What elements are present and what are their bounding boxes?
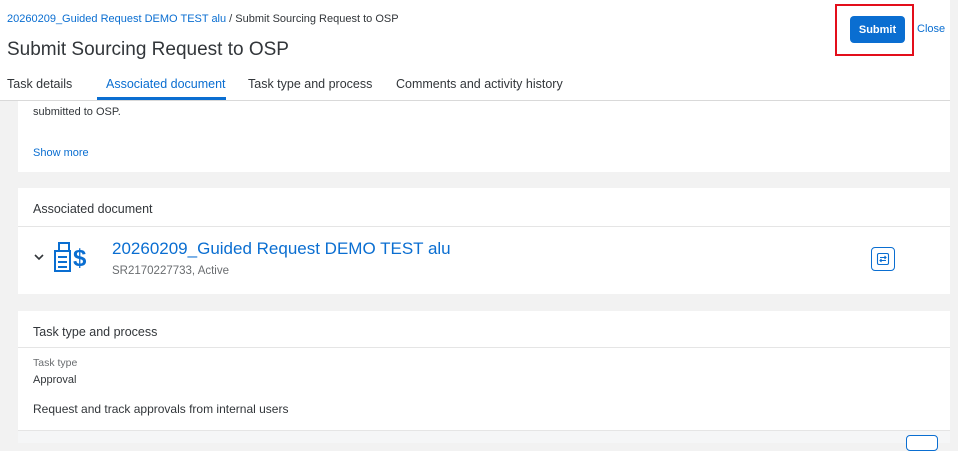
associated-document-card: Associated document $ 20260209_Guided Re… — [18, 188, 950, 294]
document-id-status: SR2170227733, Active — [112, 265, 230, 277]
sourcing-request-icon: $ — [54, 242, 87, 272]
tab-task-type-and-process[interactable]: Task type and process — [248, 77, 372, 91]
divider — [18, 347, 950, 348]
breadcrumb-separator: / — [226, 13, 236, 25]
tab-task-details[interactable]: Task details — [7, 77, 72, 91]
show-more-link[interactable]: Show more — [33, 147, 89, 159]
task-type-card: Task type and process Task type Approval… — [18, 311, 950, 451]
task-details-card: submitted to OSP. Show more — [18, 101, 950, 172]
breadcrumb-link[interactable]: 20260209_Guided Request DEMO TEST alu — [7, 13, 226, 25]
task-type-value: Approval — [33, 374, 77, 386]
swap-document-button[interactable] — [871, 247, 895, 271]
breadcrumb: 20260209_Guided Request DEMO TEST alu / … — [7, 13, 399, 25]
page-header: 20260209_Guided Request DEMO TEST alu / … — [0, 0, 950, 101]
svg-text:$: $ — [73, 245, 87, 272]
task-type-description: Request and track approvals from interna… — [33, 402, 289, 416]
chevron-down-icon[interactable] — [32, 250, 46, 264]
swap-icon — [876, 252, 890, 266]
submit-highlight-box — [835, 4, 914, 56]
tab-comments-and-activity-history[interactable]: Comments and activity history — [396, 77, 563, 91]
edit-button[interactable] — [906, 435, 938, 451]
document-title-link[interactable]: 20260209_Guided Request DEMO TEST alu — [112, 239, 451, 259]
page-title: Submit Sourcing Request to OSP — [7, 39, 289, 60]
active-tab-indicator — [97, 97, 226, 100]
divider — [18, 226, 950, 227]
task-type-heading: Task type and process — [33, 325, 158, 339]
approval-process-row — [18, 430, 950, 451]
breadcrumb-current: Submit Sourcing Request to OSP — [235, 13, 399, 25]
tab-associated-document[interactable]: Associated document — [106, 77, 226, 91]
task-type-label: Task type — [33, 357, 78, 369]
task-description-text: submitted to OSP. — [33, 106, 121, 118]
associated-document-heading: Associated document — [33, 202, 153, 216]
close-button[interactable]: Close — [917, 23, 945, 35]
